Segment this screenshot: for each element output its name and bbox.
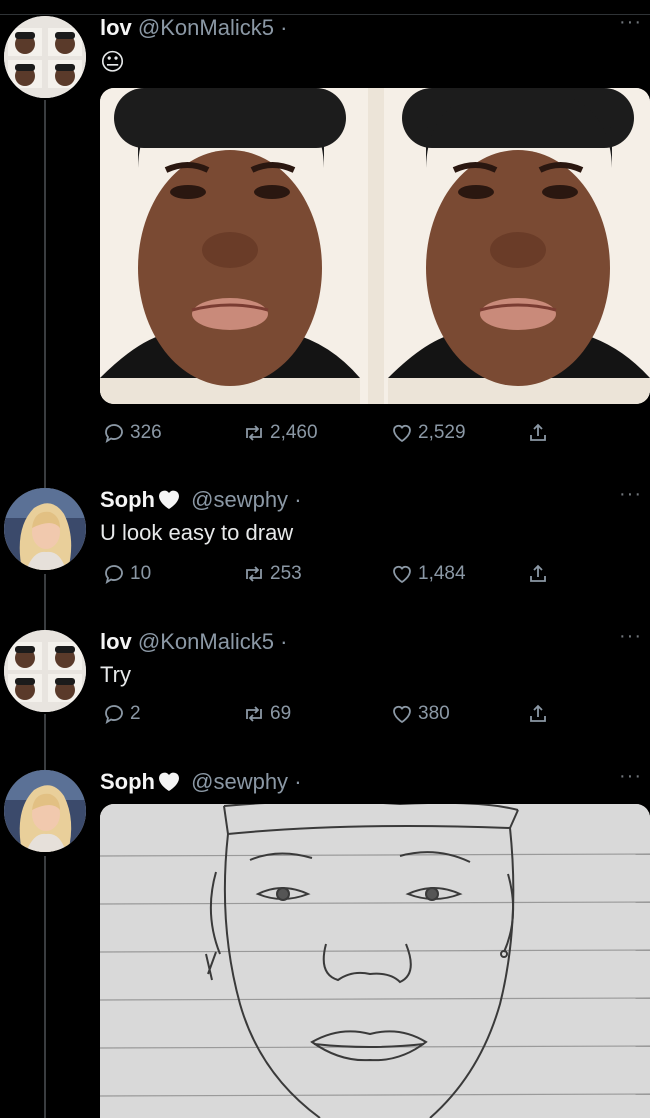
white-heart-icon bbox=[157, 488, 181, 517]
heart-outline-icon bbox=[393, 424, 411, 443]
more-options-icon[interactable]: ··· bbox=[619, 626, 642, 646]
tweet-text: Try bbox=[100, 662, 131, 687]
tweet-actions: 10 253 1,484 bbox=[102, 562, 642, 590]
user-avatar[interactable] bbox=[4, 630, 86, 712]
share-button[interactable] bbox=[526, 702, 550, 726]
tweet-actions: 2 69 380 bbox=[102, 702, 642, 730]
grid-of-faces-avatar-icon bbox=[4, 630, 86, 712]
heart-outline-icon bbox=[393, 565, 411, 584]
like-button[interactable]: 2,529 bbox=[390, 421, 466, 445]
display-name[interactable]: Soph bbox=[100, 487, 155, 512]
portrait-photos bbox=[100, 88, 650, 404]
user-avatar[interactable] bbox=[4, 488, 86, 570]
reply-button[interactable]: 10 bbox=[102, 562, 151, 586]
reply-button[interactable]: 2 bbox=[102, 702, 141, 726]
reply-icon bbox=[105, 705, 123, 724]
retweet-count: 2,460 bbox=[270, 422, 318, 443]
more-options-icon[interactable]: ··· bbox=[619, 766, 642, 786]
tweet-header: lov @KonMalick5 · bbox=[100, 14, 642, 42]
reply-count: 2 bbox=[130, 703, 141, 724]
share-icon bbox=[530, 564, 546, 582]
blonde-woman-avatar-icon bbox=[4, 770, 86, 852]
separator: · bbox=[294, 487, 302, 512]
retweet-button[interactable]: 253 bbox=[242, 562, 302, 586]
tweet-header: Soph @sewphy · bbox=[100, 768, 642, 796]
blonde-woman-avatar-icon bbox=[4, 488, 86, 570]
tweet-header: lov @KonMalick5 · bbox=[100, 628, 642, 656]
tweet-photo[interactable] bbox=[100, 804, 650, 1118]
pencil-sketch-image bbox=[100, 804, 650, 1118]
reply-icon bbox=[105, 424, 123, 443]
reply-count: 10 bbox=[130, 563, 152, 584]
display-name[interactable]: Soph bbox=[100, 769, 155, 794]
like-button[interactable]: 380 bbox=[390, 702, 450, 726]
tweet-actions: 326 2,460 2,529 bbox=[102, 421, 642, 449]
user-avatar[interactable] bbox=[4, 770, 86, 852]
like-button[interactable]: 1,484 bbox=[390, 562, 466, 586]
tweet[interactable]: Soph @sewphy · ··· U look easy to draw 1… bbox=[0, 478, 650, 608]
share-button[interactable] bbox=[526, 562, 550, 586]
tweet-header: Soph @sewphy · bbox=[100, 486, 642, 514]
tweet[interactable]: lov @KonMalick5 · ··· 😐 326 2,460 2,529 bbox=[0, 0, 650, 470]
retweet-icon bbox=[246, 566, 262, 582]
user-avatar[interactable] bbox=[4, 16, 86, 98]
like-count: 2,529 bbox=[418, 422, 466, 443]
tweet-text: U look easy to draw bbox=[100, 520, 294, 545]
like-count: 380 bbox=[418, 703, 450, 724]
retweet-icon bbox=[246, 706, 262, 722]
user-handle[interactable]: @KonMalick5 bbox=[138, 629, 274, 654]
heart-outline-icon bbox=[393, 705, 411, 724]
retweet-count: 69 bbox=[270, 703, 292, 724]
like-count: 1,484 bbox=[418, 563, 466, 584]
display-name[interactable]: lov bbox=[100, 629, 132, 654]
tweet[interactable]: lov @KonMalick5 · ··· Try 2 69 380 bbox=[0, 620, 650, 750]
reply-count: 326 bbox=[130, 422, 162, 443]
separator: · bbox=[280, 629, 288, 654]
user-handle[interactable]: @sewphy bbox=[191, 487, 288, 512]
separator: · bbox=[280, 15, 288, 40]
tweet-text: 😐 bbox=[100, 49, 126, 76]
reply-button[interactable]: 326 bbox=[102, 421, 162, 445]
more-options-icon[interactable]: ··· bbox=[619, 12, 642, 32]
reply-icon bbox=[105, 565, 123, 584]
share-icon bbox=[530, 423, 546, 441]
tweet[interactable]: Soph @sewphy · ··· bbox=[0, 760, 650, 1118]
retweet-icon bbox=[246, 425, 262, 441]
user-handle[interactable]: @KonMalick5 bbox=[138, 15, 274, 40]
user-handle[interactable]: @sewphy bbox=[191, 769, 288, 794]
retweet-button[interactable]: 69 bbox=[242, 702, 291, 726]
separator: · bbox=[294, 769, 302, 794]
grid-of-faces-avatar-icon bbox=[4, 16, 86, 98]
retweet-count: 253 bbox=[270, 563, 302, 584]
retweet-button[interactable]: 2,460 bbox=[242, 421, 318, 445]
white-heart-icon bbox=[157, 770, 181, 799]
display-name[interactable]: lov bbox=[100, 15, 132, 40]
share-button[interactable] bbox=[526, 421, 550, 445]
share-icon bbox=[530, 704, 546, 722]
tweet-photo[interactable] bbox=[100, 88, 650, 404]
more-options-icon[interactable]: ··· bbox=[619, 484, 642, 504]
